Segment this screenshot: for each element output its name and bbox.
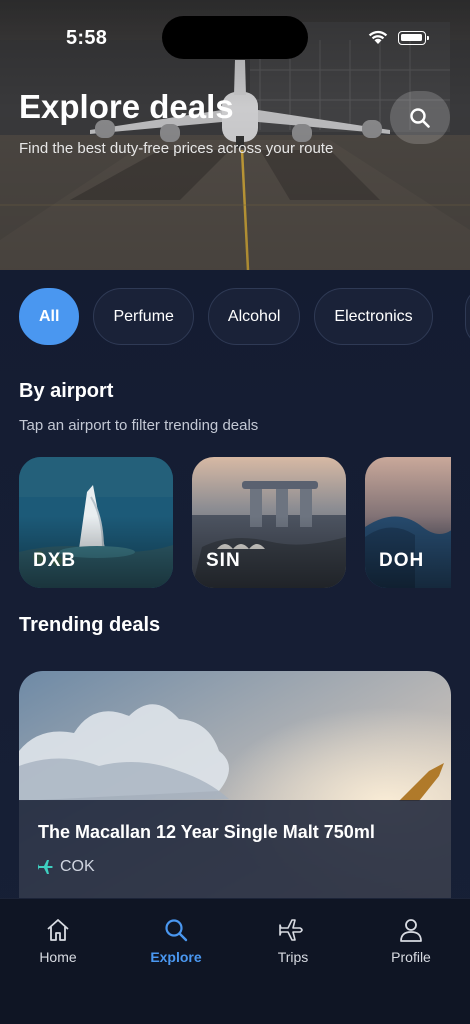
tab-trips[interactable]: Trips (243, 917, 343, 965)
search-icon (410, 107, 430, 128)
airport-code: DXB (33, 550, 77, 571)
tab-label: Profile (391, 949, 431, 965)
section-subtitle-by-airport: Tap an airport to filter trending deals (19, 417, 259, 434)
airport-code: DOH (379, 550, 425, 571)
search-button[interactable] (390, 91, 450, 144)
tab-explore[interactable]: Explore (126, 917, 226, 965)
chip-all[interactable]: All (19, 288, 80, 345)
plane-icon (38, 860, 53, 874)
dynamic-island (162, 16, 308, 59)
category-chips: All Perfume Alcohol Electronics (19, 288, 470, 346)
tab-bar: Home Explore Trips Profile (0, 898, 470, 1024)
tab-label: Explore (150, 949, 202, 965)
deal-airport: COK (38, 858, 95, 876)
explore-screen: 5:58 Explore deals Find the best duty-fr… (0, 0, 470, 1024)
airport-card-dxb[interactable]: DXB (19, 457, 173, 588)
battery-icon (398, 31, 429, 45)
chip-electronics[interactable]: Electronics (314, 288, 433, 345)
tab-home[interactable]: Home (8, 917, 108, 965)
status-time: 5:58 (66, 27, 108, 49)
airport-card-sin[interactable]: SIN (192, 457, 346, 588)
wifi-icon (368, 30, 388, 44)
airport-card-doh[interactable]: DOH (365, 457, 451, 588)
chip-perfume[interactable]: Perfume (93, 288, 194, 345)
tab-label: Trips (277, 949, 309, 965)
page-subtitle: Find the best duty-free prices across yo… (19, 140, 334, 157)
section-title-trending: Trending deals (19, 614, 161, 636)
deal-name: The Macallan 12 Year Single Malt 750ml (38, 822, 375, 842)
page-title: Explore deals (19, 88, 234, 125)
home-icon (47, 919, 69, 941)
section-title-by-airport: By airport (19, 380, 114, 402)
person-icon (400, 919, 422, 942)
airport-carousel: DXB SIN DOH (19, 457, 451, 588)
airport-code: SIN (206, 550, 241, 571)
search-icon (165, 919, 188, 942)
chip-alcohol[interactable]: Alcohol (207, 288, 301, 345)
deal-info: The Macallan 12 Year Single Malt 750ml C… (19, 800, 451, 911)
deal-card[interactable]: The Macallan 12 Year Single Malt 750ml C… (19, 671, 451, 911)
deal-airport-code: COK (60, 858, 95, 875)
plane-icon (279, 919, 303, 941)
tab-label: Home (39, 949, 77, 965)
tab-profile[interactable]: Profile (361, 917, 461, 965)
